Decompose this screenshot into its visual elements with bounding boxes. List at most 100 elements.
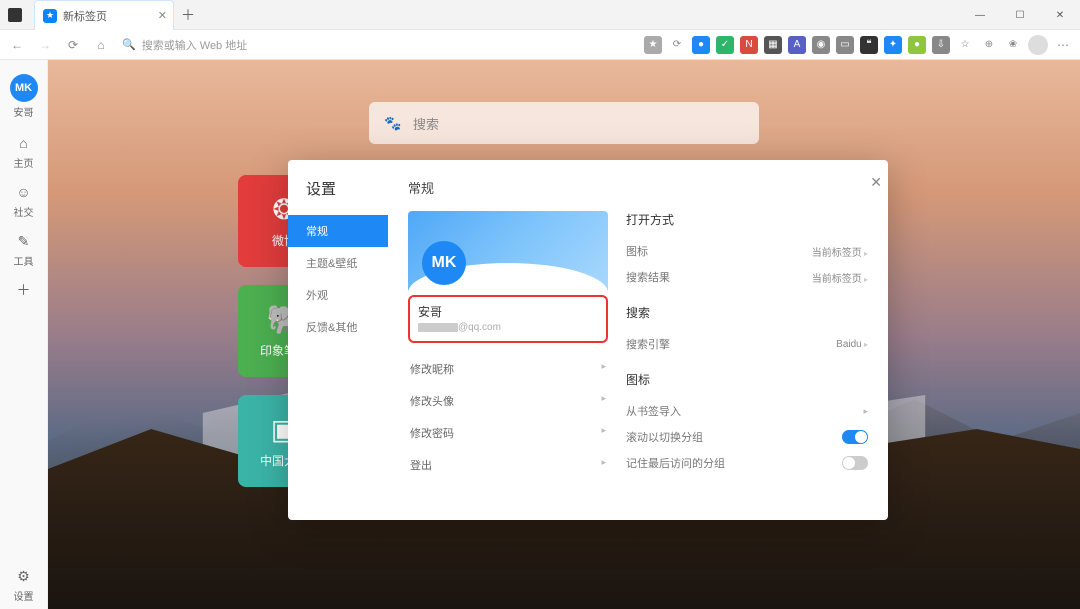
profile-name: 安哥 [418, 303, 598, 320]
extension-icon[interactable]: ⊕ [980, 36, 998, 54]
toggle-switch[interactable] [842, 456, 868, 470]
dialog-menu-item[interactable]: 外观 [288, 279, 388, 311]
profile-email: @qq.com [418, 322, 598, 333]
profile-action-item[interactable]: 登出▸ [408, 449, 608, 481]
profile-banner: MK [408, 211, 608, 291]
sidebar-item-icon: ＋ [14, 280, 34, 300]
address-bar: ← → ⟳ ⌂ 🔍 搜索或输入 Web 地址 ★⟳●✓N▦A◉▭❝✦●⇩☆⊕❀ … [0, 30, 1080, 60]
dialog-title: 设置 [306, 178, 388, 199]
chevron-right-icon: ▸ [601, 457, 606, 473]
option-row[interactable]: 滚动以切换分组 [626, 424, 868, 450]
extension-icon[interactable]: A [788, 36, 806, 54]
search-icon: 🔍 [122, 38, 136, 51]
home-button[interactable]: ⌂ [88, 32, 114, 58]
option-row[interactable]: 图标当前标签页 [626, 238, 868, 264]
profile-info-highlight: 安哥 @qq.com [408, 295, 608, 343]
profile-action-item[interactable]: 修改头像▸ [408, 385, 608, 417]
dialog-menu-item[interactable]: 主题&壁纸 [288, 247, 388, 279]
sidebar-item-label: 主页 [14, 155, 34, 170]
extension-icon[interactable]: ▭ [836, 36, 854, 54]
extension-icon[interactable]: ☆ [956, 36, 974, 54]
extension-icon[interactable]: ❀ [1004, 36, 1022, 54]
sidebar-item[interactable]: ⌂ 主页 [0, 127, 48, 176]
window-controls: — ☐ ✕ [960, 0, 1080, 29]
extension-icon[interactable]: ◉ [812, 36, 830, 54]
left-sidebar: MK 安哥 ⌂ 主页 ☺社交 ✎ 工具 ＋ ⚙ 设置 [0, 60, 48, 609]
extension-icon[interactable]: ✓ [716, 36, 734, 54]
extension-icon[interactable]: N [740, 36, 758, 54]
sidebar-item[interactable]: ✎ 工具 [0, 225, 48, 274]
extension-icon[interactable]: ⇩ [932, 36, 950, 54]
profile-avatar-icon[interactable] [1028, 35, 1048, 55]
dialog-section-title: 常规 [408, 178, 868, 197]
sidebar-profile[interactable]: MK 安哥 [0, 68, 48, 125]
back-button[interactable]: ← [4, 32, 30, 58]
app-icon [0, 0, 30, 29]
baidu-icon: 🐾 [383, 113, 403, 133]
title-bar: ★ 新标签页 ✕ ＋ — ☐ ✕ [0, 0, 1080, 30]
main-search-placeholder: 搜索 [413, 114, 439, 133]
extension-icon[interactable]: ⟳ [668, 36, 686, 54]
option-row[interactable]: 搜索引擎Baidu [626, 331, 868, 357]
extension-icon[interactable]: ✦ [884, 36, 902, 54]
option-row[interactable]: 记住最后访问的分组 [626, 450, 868, 476]
open-method-title: 打开方式 [626, 211, 868, 228]
email-masked-part [418, 323, 458, 332]
tab-close-icon[interactable]: ✕ [158, 9, 167, 22]
chevron-right-icon: ▸ [601, 425, 606, 441]
icons-group-title: 图标 [626, 371, 868, 388]
tab-title: 新标签页 [63, 8, 107, 24]
chevron-right-icon: ▸ [601, 393, 606, 409]
gear-icon: ⚙ [14, 566, 34, 586]
profile-action-item[interactable]: 修改昵称▸ [408, 353, 608, 385]
option-row[interactable]: 从书签导入▸ [626, 398, 868, 424]
reload-button[interactable]: ⟳ [60, 32, 86, 58]
sidebar-item-label: 工具 [14, 253, 34, 268]
extension-icon[interactable]: ● [692, 36, 710, 54]
dialog-close-button[interactable]: ✕ [870, 174, 882, 191]
chevron-right-icon: ▸ [863, 406, 868, 417]
main-search-box[interactable]: 🐾 搜索 [369, 102, 759, 144]
extension-icon[interactable]: ❝ [860, 36, 878, 54]
profile-logo-icon: MK [422, 241, 466, 285]
tab-favicon: ★ [43, 9, 57, 23]
sidebar-item[interactable]: ＋ [0, 274, 48, 306]
settings-dialog: 设置 常规主题&壁纸外观反馈&其他 ✕ 常规 MK 安哥 [288, 160, 888, 520]
content-area: 🐾 搜索 ❂微博豆豆瓣🐘印象笔记♪网易云音乐▣中国大学 设置 常规主题&壁纸外观… [48, 60, 1080, 609]
address-input[interactable]: 🔍 搜索或输入 Web 地址 [116, 34, 642, 56]
search-group-title: 搜索 [626, 304, 868, 321]
sidebar-item-label: 社交 [14, 204, 34, 219]
sidebar-settings-label: 设置 [14, 588, 34, 603]
search-group: 搜索 搜索引擎Baidu [626, 304, 868, 357]
sidebar-item[interactable]: ☺社交 [0, 176, 48, 225]
toggle-switch[interactable] [842, 430, 868, 444]
extension-icon[interactable]: ★ [644, 36, 662, 54]
maximize-button[interactable]: ☐ [1000, 0, 1040, 30]
sidebar-profile-label: 安哥 [14, 104, 34, 119]
option-row[interactable]: 搜索结果当前标签页 [626, 264, 868, 290]
sidebar-item-icon: ✎ [14, 231, 34, 251]
forward-button[interactable]: → [32, 32, 58, 58]
address-placeholder: 搜索或输入 Web 地址 [142, 37, 248, 53]
minimize-button[interactable]: — [960, 0, 1000, 30]
dialog-menu-item[interactable]: 常规 [288, 215, 388, 247]
chevron-right-icon: ▸ [601, 361, 606, 377]
extension-icon[interactable]: ▦ [764, 36, 782, 54]
extension-icons: ★ ⟳ ● ✓ N ▦ A ◉ ▭ ❝ ✦ ● ⇩ ☆ ⊕ ❀ [644, 36, 1026, 54]
browser-tab[interactable]: ★ 新标签页 ✕ [34, 0, 174, 30]
dialog-menu-item[interactable]: 反馈&其他 [288, 311, 388, 343]
open-method-group: 打开方式 图标当前标签页搜索结果当前标签页 [626, 211, 868, 290]
options-column: 打开方式 图标当前标签页搜索结果当前标签页 搜索 搜索引擎Baidu 图标 从书… [626, 211, 868, 490]
sidebar-settings[interactable]: ⚙ 设置 [0, 560, 48, 609]
sidebar-item-icon: ⌂ [14, 133, 34, 153]
profile-actions: 修改昵称▸修改头像▸修改密码▸登出▸ [408, 353, 608, 481]
close-window-button[interactable]: ✕ [1040, 0, 1080, 30]
icons-group: 图标 从书签导入▸滚动以切换分组记住最后访问的分组 [626, 371, 868, 476]
sidebar-logo-icon: MK [10, 74, 38, 102]
new-tab-button[interactable]: ＋ [174, 0, 202, 29]
more-menu-button[interactable]: ⋯ [1050, 32, 1076, 58]
profile-column: MK 安哥 @qq.com 修改昵称▸修改头像▸修改密码▸登出▸ [408, 211, 608, 490]
extension-icon[interactable]: ● [908, 36, 926, 54]
profile-action-item[interactable]: 修改密码▸ [408, 417, 608, 449]
dialog-menu: 常规主题&壁纸外观反馈&其他 [306, 215, 388, 343]
